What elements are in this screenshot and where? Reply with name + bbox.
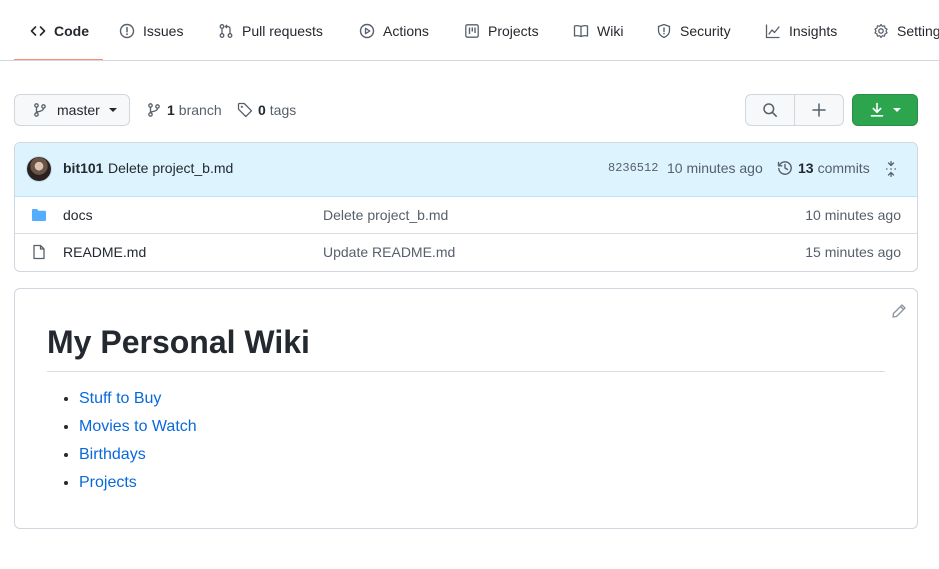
readme-link[interactable]: Stuff to Buy	[79, 390, 161, 407]
commits-history-link[interactable]: 13 commits	[777, 160, 870, 176]
file-name[interactable]: docs	[63, 207, 93, 223]
tab-issues[interactable]: Issues	[119, 0, 184, 60]
tab-projects-label: Projects	[488, 22, 539, 39]
file-browser: bit101 Delete project_b.md 8236512 10 mi…	[14, 142, 918, 272]
file-row[interactable]: docs Delete project_b.md 10 minutes ago	[15, 197, 917, 234]
tab-code[interactable]: Code	[30, 0, 89, 60]
readme-title: My Personal Wiki	[47, 322, 885, 372]
branch-icon	[148, 103, 160, 117]
search-icon	[763, 103, 777, 117]
readme-link[interactable]: Movies to Watch	[79, 418, 197, 435]
commit-message[interactable]: Delete project_b.md	[108, 160, 233, 176]
file-commit-message[interactable]: Delete project_b.md	[323, 207, 448, 223]
download-icon	[870, 102, 884, 117]
list-item: Projects	[79, 469, 197, 497]
tab-pull-requests-label: Pull requests	[242, 22, 323, 39]
tab-settings-label: Settings	[897, 22, 939, 39]
avatar[interactable]	[27, 157, 51, 181]
tab-projects[interactable]: Projects	[464, 0, 539, 60]
tab-wiki[interactable]: Wiki	[573, 0, 624, 60]
pull-request-icon	[219, 23, 233, 38]
tab-actions[interactable]: Actions	[359, 0, 429, 60]
tab-security[interactable]: Security	[656, 0, 731, 60]
commit-count-label: commits	[817, 160, 870, 176]
readme-link[interactable]: Projects	[79, 474, 137, 491]
file-row[interactable]: README.md Update README.md 15 minutes ag…	[15, 234, 917, 271]
project-icon	[465, 23, 479, 38]
commit-count: 13	[798, 160, 814, 176]
tab-settings[interactable]: Settings	[873, 0, 939, 60]
tab-issues-label: Issues	[143, 22, 184, 39]
book-icon	[573, 24, 589, 37]
commit-author[interactable]: bit101	[63, 160, 103, 176]
file-commit-message[interactable]: Update README.md	[323, 244, 455, 260]
branch-icon	[34, 103, 46, 117]
list-item: Movies to Watch	[79, 413, 197, 441]
gear-icon	[874, 23, 888, 38]
latest-commit-bar: bit101 Delete project_b.md 8236512 10 mi…	[15, 143, 917, 197]
repo-nav: Code Issues Pull requests Actions Projec…	[0, 0, 939, 61]
list-item: Stuff to Buy	[79, 385, 197, 413]
readme-link[interactable]: Birthdays	[79, 446, 146, 463]
history-icon	[777, 161, 792, 175]
tab-wiki-label: Wiki	[597, 22, 624, 39]
fold-icon[interactable]	[883, 161, 899, 177]
folder-icon	[32, 209, 46, 221]
chevron-down-icon	[108, 108, 117, 112]
add-file-button[interactable]	[794, 94, 844, 126]
tag-icon	[237, 102, 253, 118]
file-name[interactable]: README.md	[63, 244, 146, 260]
branch-count-label: branch	[178, 102, 222, 118]
tab-insights-label: Insights	[789, 22, 838, 39]
plus-icon	[812, 103, 826, 117]
issue-icon	[119, 23, 135, 38]
selected-tab-underline	[14, 59, 103, 60]
tag-count-label: tags	[269, 102, 297, 118]
graph-icon	[765, 24, 780, 38]
chevron-down-icon	[893, 108, 901, 112]
tab-actions-label: Actions	[383, 22, 429, 39]
list-item: Birthdays	[79, 441, 197, 469]
tag-count: 0	[258, 102, 266, 118]
code-icon	[30, 25, 46, 36]
code-download-button[interactable]	[852, 94, 918, 126]
file-actions-group	[745, 94, 844, 126]
commit-sha[interactable]: 8236512	[608, 161, 658, 175]
play-icon	[359, 23, 375, 38]
branch-name: master	[57, 102, 100, 118]
tab-code-label: Code	[54, 22, 89, 39]
file-age: 10 minutes ago	[805, 207, 901, 223]
tab-security-label: Security	[680, 22, 731, 39]
tags-link[interactable]: 0 tags	[237, 94, 296, 126]
tab-pull-requests[interactable]: Pull requests	[218, 0, 323, 60]
readme-link-list: Stuff to Buy Movies to Watch Birthdays P…	[47, 385, 197, 497]
branch-count: 1	[167, 102, 175, 118]
file-icon	[33, 244, 45, 260]
shield-icon	[657, 23, 671, 38]
tab-insights[interactable]: Insights	[765, 0, 838, 60]
commit-time: 10 minutes ago	[667, 160, 763, 176]
pencil-icon[interactable]	[891, 303, 907, 319]
file-age: 15 minutes ago	[805, 244, 901, 260]
branch-select-button[interactable]: master	[14, 94, 130, 126]
branches-link[interactable]: 1 branch	[146, 94, 222, 126]
go-to-file-button[interactable]	[745, 94, 795, 126]
readme-panel: My Personal Wiki Stuff to Buy Movies to …	[14, 288, 918, 529]
